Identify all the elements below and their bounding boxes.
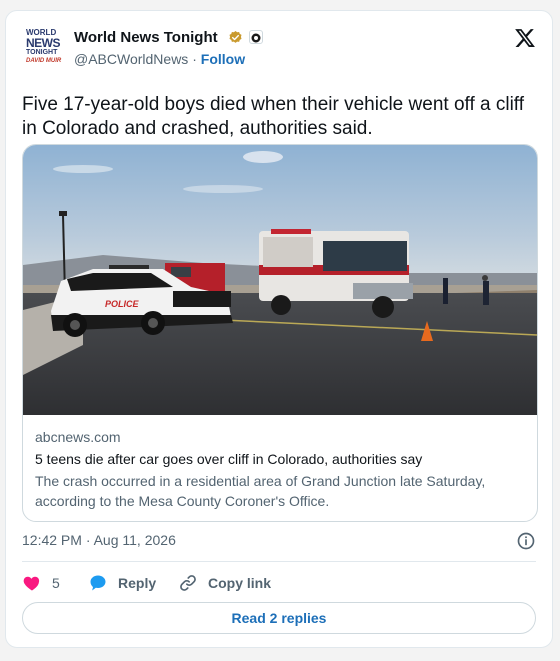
link-domain: abcnews.com xyxy=(35,429,121,445)
avatar-text-line: DAVID MUIR xyxy=(26,58,62,64)
link-description: The crash occurred in a residential area… xyxy=(35,473,486,509)
article-photo: POLICE xyxy=(23,145,537,415)
actions-divider xyxy=(22,561,536,562)
link-meta: abcnews.com 5 teens die after car goes o… xyxy=(35,427,525,511)
reply-label: Reply xyxy=(118,575,157,591)
link-preview-card[interactable]: POLICE abcnews.com 5 teens die after car… xyxy=(22,144,538,522)
account-avatar[interactable]: WORLD NEWS TONIGHT DAVID MUIR xyxy=(26,27,66,67)
tweet-header: WORLD NEWS TONIGHT DAVID MUIR World News… xyxy=(6,11,552,81)
tweet-text: Five 17-year-old boys died when their ve… xyxy=(22,94,525,139)
separator-dot: · xyxy=(188,51,201,67)
account-handle[interactable]: @ABCWorldNews xyxy=(74,51,188,67)
like-count: 5 xyxy=(52,575,60,591)
read-replies-button[interactable]: Read 2 replies xyxy=(22,602,536,634)
x-logo-icon[interactable] xyxy=(514,27,536,49)
tweet-actions: 5 Reply Copy link xyxy=(22,571,536,595)
reply-button[interactable]: Reply xyxy=(88,571,156,595)
link-title[interactable]: 5 teens die after car goes over cliff in… xyxy=(35,449,525,469)
avatar-text-line: NEWS xyxy=(26,36,61,50)
affiliate-badge-icon xyxy=(249,30,263,44)
info-icon[interactable] xyxy=(516,531,536,551)
tweet-timestamp[interactable]: 12:42 PM · Aug 11, 2026 xyxy=(22,532,176,548)
reply-bubble-icon xyxy=(90,575,106,591)
police-decal-text: POLICE xyxy=(105,299,140,309)
account-display-name[interactable]: World News Tonight xyxy=(74,29,218,46)
link-icon xyxy=(180,575,196,591)
avatar-text-line: TONIGHT xyxy=(26,49,58,56)
copy-link-label: Copy link xyxy=(208,575,272,591)
follow-link[interactable]: Follow xyxy=(201,51,245,67)
like-button[interactable]: 5 xyxy=(22,571,60,595)
embedded-tweet-card: WORLD NEWS TONIGHT DAVID MUIR World News… xyxy=(5,10,553,648)
verified-badge-icon xyxy=(229,30,242,43)
heart-icon xyxy=(23,576,40,591)
handle-row: @ABCWorldNews · Follow xyxy=(74,51,245,67)
copy-link-button[interactable]: Copy link xyxy=(178,571,271,595)
